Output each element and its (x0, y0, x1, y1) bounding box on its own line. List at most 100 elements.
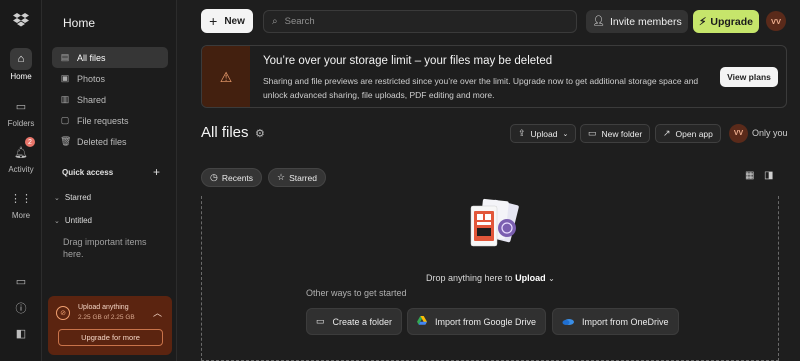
upload-button[interactable]: ⇪ Upload ⌄ (510, 124, 577, 143)
rail-item-more[interactable]: ⋮⋮ More (0, 187, 42, 221)
add-quick-access-icon[interactable]: + (153, 165, 160, 179)
clock-icon: ◷ (210, 172, 218, 182)
sidebar-item-photos[interactable]: ▣ Photos (52, 68, 168, 89)
sidebar-item-deleted-files[interactable]: 🗑︎ Deleted files (52, 131, 168, 152)
plus-icon: + (209, 13, 218, 29)
sidebar-item-file-requests[interactable]: ▢ File requests (52, 110, 168, 131)
untitled-section[interactable]: ⌄ Untitled (54, 216, 92, 225)
grid-view-icon[interactable]: ▦ (745, 170, 754, 181)
request-icon: ▢ (60, 115, 70, 125)
chevron-up-icon[interactable]: ︿ (153, 306, 162, 319)
page-title: All files (201, 124, 249, 141)
sidebar-item-label: Shared (77, 94, 107, 105)
import-google-drive-button[interactable]: Import from Google Drive (407, 308, 547, 335)
dropbox-logo-icon[interactable] (12, 12, 30, 28)
gear-icon[interactable]: ⚙︎ (255, 127, 265, 140)
rail-item-folders[interactable]: ▭ Folders (0, 95, 42, 129)
upload-link[interactable]: Upload (515, 273, 546, 283)
invite-members-button[interactable]: 👤︎ Invite members (586, 10, 688, 33)
shared-icon: ▥ (60, 94, 70, 104)
starred-label: Starred (64, 193, 92, 202)
storage-title: Upload anything (78, 304, 129, 311)
add-user-icon: 👤︎ (592, 16, 605, 27)
folder-icon: ▭ (15, 100, 27, 113)
chevron-down-icon: ⌄ (54, 194, 60, 202)
create-folder-label: Create a folder (332, 316, 393, 327)
folder-plus-icon: ▭ (588, 128, 597, 138)
storage-usage: 2.25 GB of 2.25 GB (78, 314, 135, 321)
storage-limit-banner: ⚠︎ You’re over your storage limit – your… (201, 45, 787, 108)
folder-plus-icon: ▭ (316, 316, 325, 326)
storage-warning-icon: ⊘ (56, 306, 70, 320)
chevron-down-icon: ⌄ (54, 217, 60, 225)
new-folder-label: New folder (601, 128, 643, 139)
sidebar-toggle-icon[interactable]: ◧ (0, 327, 42, 340)
tab-recents[interactable]: ◷ Recents (201, 168, 263, 187)
banner-title: You’re over your storage limit – your fi… (263, 55, 553, 67)
trash-icon: 🗑︎ (60, 136, 72, 146)
details-panel-icon[interactable]: ◨ (764, 170, 773, 181)
new-folder-button[interactable]: ▭ New folder (580, 124, 651, 143)
sharing-status: Only you (752, 128, 788, 138)
sidebar-item-label: All files (77, 52, 106, 63)
sidebar-title: Home (63, 16, 96, 30)
warning-icon: ⚠︎ (202, 46, 250, 107)
files-illustration-icon (470, 198, 519, 247)
new-button-label: New (224, 15, 245, 27)
upload-label: Upload (530, 128, 558, 139)
new-button[interactable]: + New (201, 9, 253, 33)
invite-label: Invite members (609, 15, 682, 28)
open-external-icon: ↗ (663, 128, 671, 138)
chevron-down-icon: ⌄ (548, 274, 555, 283)
import-google-drive-label: Import from Google Drive (435, 316, 537, 327)
upgrade-label: Upgrade (710, 15, 753, 28)
bolt-icon: ⚡︎ (699, 15, 707, 28)
avatar[interactable]: VV (766, 11, 786, 31)
help-icon[interactable]: ⓘ (0, 300, 42, 316)
drag-hint: Drag important items here. (63, 237, 147, 259)
tab-starred[interactable]: ☆ Starred (268, 168, 326, 187)
rail-label: Activity (8, 165, 34, 174)
quick-access-label: Quick access (62, 168, 114, 177)
tab-label: Recents (221, 172, 254, 183)
upgrade-button[interactable]: ⚡︎ Upgrade (693, 10, 759, 33)
tab-label: Starred (289, 172, 317, 183)
home-icon: ⌂ (10, 48, 32, 70)
create-folder-button[interactable]: ▭ Create a folder (306, 308, 403, 335)
other-ways-label: Other ways to get started (306, 288, 407, 298)
activity-badge: 2 (25, 137, 35, 147)
chevron-down-icon: ⌄ (562, 130, 569, 138)
grid-icon: ⋮⋮ (10, 192, 32, 205)
photo-icon: ▣ (60, 73, 70, 83)
drop-text: Drop anything here to (426, 273, 513, 283)
sidebar-item-label: Deleted files (77, 136, 127, 147)
star-icon: ☆ (277, 172, 286, 182)
open-app-label: Open app (675, 128, 713, 139)
import-onedrive-button[interactable]: Import from OneDrive (552, 308, 679, 335)
rail-item-activity[interactable]: 🔔︎ 2 Activity (0, 137, 42, 174)
view-plans-button[interactable]: View plans (720, 67, 778, 87)
open-app-button[interactable]: ↗ Open app (655, 124, 721, 143)
desktop-icon[interactable]: ▭ (0, 275, 42, 288)
starred-section[interactable]: ⌄ Starred (54, 193, 91, 202)
untitled-label: Untitled (64, 216, 92, 225)
member-avatar[interactable]: VV (729, 124, 748, 143)
sidebar-item-shared[interactable]: ▥ Shared (52, 89, 168, 110)
upload-icon: ⇪ (518, 128, 526, 138)
sidebar-item-label: File requests (77, 115, 129, 126)
search-placeholder: Search (284, 16, 315, 27)
google-drive-icon (417, 316, 427, 327)
search-icon: ⌕ (272, 16, 278, 27)
rail-label: Folders (7, 119, 35, 128)
banner-body: Sharing and file previews are restricted… (263, 76, 699, 100)
file-icon: ▤ (60, 52, 70, 62)
storage-card: ⊘ Upload anything 2.25 GB of 2.25 GB ︿ U… (48, 296, 172, 355)
search-input[interactable]: ⌕ Search (263, 10, 577, 33)
onedrive-icon (562, 317, 574, 327)
sidebar-nav: ▤ All files ▣ Photos ▥ Shared ▢ File req… (52, 47, 168, 152)
rail-label: More (11, 211, 31, 220)
rail-label: Home (10, 72, 32, 81)
sidebar-item-all-files[interactable]: ▤ All files (52, 47, 168, 68)
rail-item-home[interactable]: ⌂ Home (0, 48, 42, 81)
upgrade-for-more-button[interactable]: Upgrade for more (58, 329, 163, 346)
